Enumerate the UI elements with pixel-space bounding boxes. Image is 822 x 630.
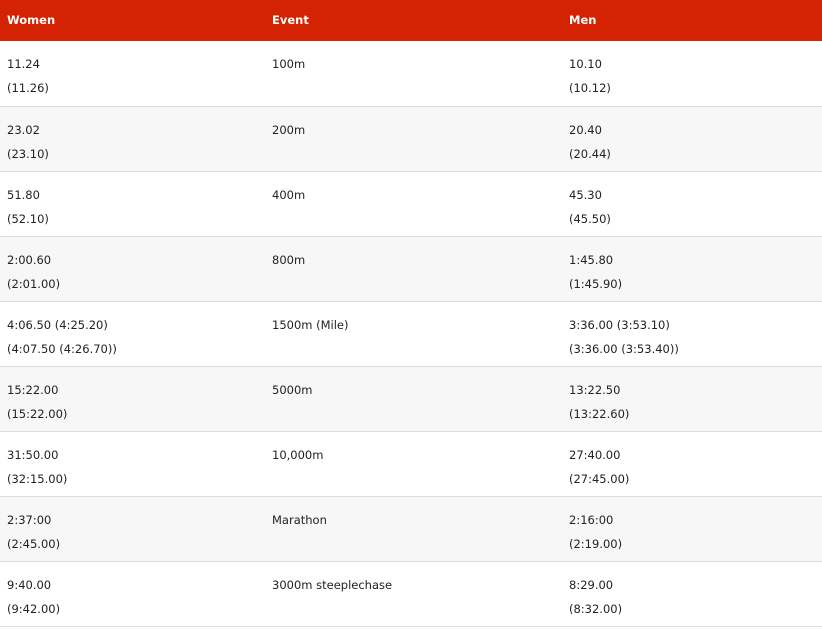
men-cell: 27:40.00 (27:45.00): [562, 431, 822, 497]
table-header: Women Event Men: [0, 0, 822, 41]
table-row: 15:22.00 (15:22.00) 5000m 13:22.50 (13:22.60…: [0, 366, 822, 432]
header-event: Event: [265, 0, 562, 41]
women-standard-alt: (9:42.00): [7, 601, 61, 616]
event-cell: 800m: [265, 236, 562, 302]
header-row: Women Event Men: [0, 0, 822, 41]
men-standard-alt: (10.12): [569, 81, 611, 95]
women-standard: 31:50.00: [7, 447, 59, 462]
men-standard: 10.10: [569, 57, 602, 71]
event-name: 400m: [272, 187, 306, 202]
women-standard: 2:37:00: [7, 512, 52, 527]
men-cell: 1:45.80 (1:45.90): [562, 236, 822, 302]
women-standard-alt: (11.26): [7, 81, 49, 95]
qualifying-standards-table: Women Event Men 11.24 (11.26) 100m 10.10 (10…: [0, 0, 822, 627]
event-cell: 10,000m: [265, 431, 562, 497]
event-cell: 1500m (Mile): [265, 301, 562, 367]
women-cell: 9:40.00 (9:42.00): [0, 561, 265, 627]
table-row: 2:37:00 (2:45.00) Marathon 2:16:00 (2:19.00): [0, 496, 822, 562]
men-cell: 2:16:00 (2:19.00): [562, 496, 822, 562]
men-cell: 8:29.00 (8:32.00): [562, 561, 822, 627]
women-standard: 51.80: [7, 187, 40, 202]
event-name: Marathon: [272, 512, 327, 527]
men-standard-alt: (3:36.00 (3:53.40)): [569, 341, 679, 356]
men-standard-alt: (20.44): [569, 146, 611, 161]
women-standard-alt: (4:07.50 (4:26.70)): [7, 341, 117, 356]
men-standard: 2:16:00: [569, 512, 614, 527]
men-standard: 8:29.00: [569, 577, 614, 592]
women-standard: 9:40.00: [7, 577, 52, 592]
women-standard-alt: (32:15.00): [7, 471, 68, 486]
women-standard-alt: (2:45.00): [7, 536, 61, 551]
men-standard: 13:22.50: [569, 382, 621, 397]
women-cell: 23.02 (23.10): [0, 106, 265, 172]
event-name: 100m: [272, 57, 306, 71]
women-standard: 11.24: [7, 57, 40, 71]
women-standard-alt: (52.10): [7, 211, 49, 226]
women-standard-alt: (2:01.00): [7, 276, 61, 291]
men-standard-alt: (1:45.90): [569, 276, 623, 291]
women-cell: 11.24 (11.26): [0, 41, 265, 107]
event-cell: 5000m: [265, 366, 562, 432]
header-men: Men: [562, 0, 822, 41]
event-name: 1500m (Mile): [272, 317, 349, 332]
women-cell: 2:00.60 (2:01.00): [0, 236, 265, 302]
table-row: 4:06.50 (4:25.20) (4:07.50 (4:26.70)) 1500…: [0, 301, 822, 367]
women-cell: 51.80 (52.10): [0, 171, 265, 237]
women-standard: 23.02: [7, 122, 40, 137]
men-standard-alt: (13:22.60): [569, 406, 630, 421]
women-standard-alt: (23.10): [7, 146, 49, 161]
table-row: 9:40.00 (9:42.00) 3000m steeplechase 8:29.0…: [0, 561, 822, 627]
event-cell: Marathon: [265, 496, 562, 562]
men-standard: 1:45.80: [569, 252, 614, 267]
table-body: 11.24 (11.26) 100m 10.10 (10.12) 23.02 (23.10)…: [0, 41, 822, 627]
table-row: 31:50.00 (32:15.00) 10,000m 27:40.00 (27:45.…: [0, 431, 822, 497]
event-name: 10,000m: [272, 447, 324, 462]
table-row: 2:00.60 (2:01.00) 800m 1:45.80 (1:45.90): [0, 236, 822, 302]
men-cell: 13:22.50 (13:22.60): [562, 366, 822, 432]
men-cell: 10.10 (10.12): [562, 41, 822, 107]
table-row: 11.24 (11.26) 100m 10.10 (10.12): [0, 41, 822, 107]
men-standard: 45.30: [569, 187, 602, 202]
women-standard: 4:06.50 (4:25.20): [7, 317, 108, 332]
event-name: 5000m: [272, 382, 313, 397]
women-standard: 15:22.00: [7, 382, 59, 397]
men-standard-alt: (2:19.00): [569, 536, 623, 551]
women-cell: 31:50.00 (32:15.00): [0, 431, 265, 497]
event-name: 800m: [272, 252, 306, 267]
event-cell: 100m: [265, 41, 562, 107]
event-cell: 400m: [265, 171, 562, 237]
women-standard: 2:00.60: [7, 252, 52, 267]
men-standard: 20.40: [569, 122, 602, 137]
men-standard-alt: (27:45.00): [569, 471, 630, 486]
event-name: 3000m steeplechase: [272, 577, 393, 592]
men-standard-alt: (45.50): [569, 211, 611, 226]
men-standard-alt: (8:32.00): [569, 601, 623, 616]
women-standard-alt: (15:22.00): [7, 406, 68, 421]
event-cell: 200m: [265, 106, 562, 172]
event-cell: 3000m steeplechase: [265, 561, 562, 627]
men-cell: 3:36.00 (3:53.10) (3:36.00 (3:53.40)): [562, 301, 822, 367]
women-cell: 15:22.00 (15:22.00): [0, 366, 265, 432]
men-standard: 3:36.00 (3:53.10): [569, 317, 670, 332]
men-cell: 45.30 (45.50): [562, 171, 822, 237]
men-standard: 27:40.00: [569, 447, 621, 462]
event-name: 200m: [272, 122, 306, 137]
women-cell: 4:06.50 (4:25.20) (4:07.50 (4:26.70)): [0, 301, 265, 367]
men-cell: 20.40 (20.44): [562, 106, 822, 172]
table-row: 51.80 (52.10) 400m 45.30 (45.50): [0, 171, 822, 237]
table-row: 23.02 (23.10) 200m 20.40 (20.44): [0, 106, 822, 172]
women-cell: 2:37:00 (2:45.00): [0, 496, 265, 562]
header-women: Women: [0, 0, 265, 41]
